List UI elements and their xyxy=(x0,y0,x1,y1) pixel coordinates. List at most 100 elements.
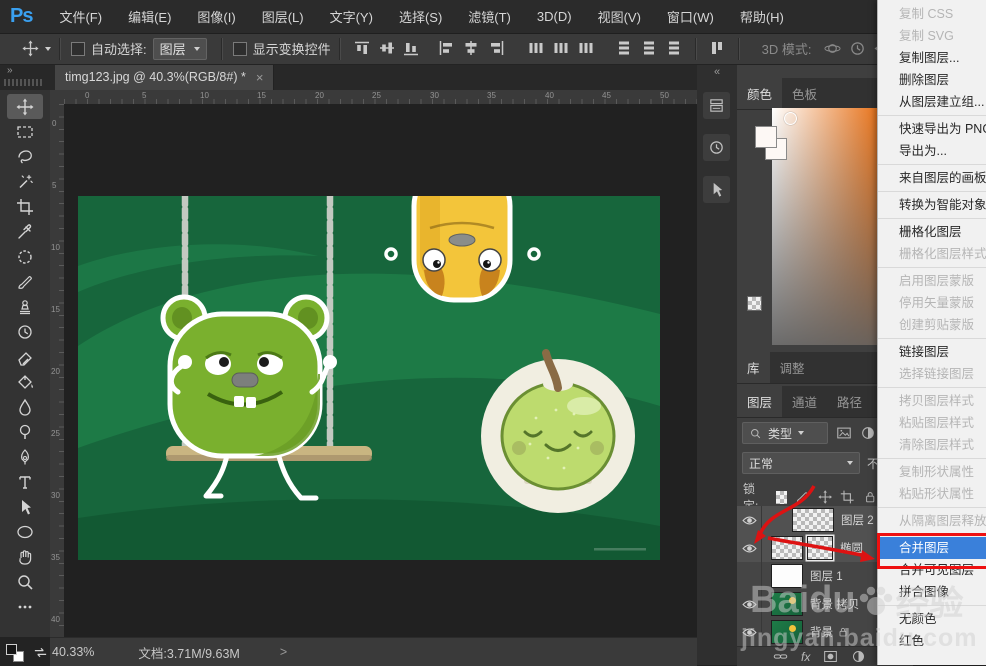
align-left-icon[interactable] xyxy=(438,40,455,57)
tool-eraser[interactable] xyxy=(7,344,43,369)
status-expand-icon[interactable]: > xyxy=(280,645,287,659)
tab-adjustments[interactable]: 调整 xyxy=(770,352,815,383)
collapsed-panel-icon-properties[interactable] xyxy=(703,92,730,119)
link-layers-icon[interactable] xyxy=(773,649,788,664)
tool-type[interactable] xyxy=(7,469,43,494)
layer-name[interactable]: 背景 拷贝 xyxy=(810,596,859,612)
layer-name[interactable]: 椭圆 xyxy=(840,540,863,556)
layer-name[interactable]: 图层 2 xyxy=(841,512,874,528)
layer-thumbnail[interactable] xyxy=(771,592,803,616)
layer-filter-dropdown[interactable]: 类型 xyxy=(742,422,828,444)
lock-position-icon[interactable] xyxy=(818,489,832,505)
layer-row-bg[interactable]: 背景 xyxy=(737,618,877,647)
filter-kind-adjustment-icon[interactable] xyxy=(860,425,876,441)
align-top-icon[interactable] xyxy=(353,40,370,57)
align-right-icon[interactable] xyxy=(488,40,505,57)
layer-visibility-toggle[interactable] xyxy=(737,506,762,534)
canvas-artwork[interactable] xyxy=(78,196,660,560)
align-bottom-icon[interactable] xyxy=(403,40,420,57)
document-tab[interactable]: timg123.jpg @ 40.3%(RGB/8#) * × xyxy=(55,64,275,90)
menu-filter[interactable]: 滤镜(T) xyxy=(455,7,524,26)
context-item-rasterize-layer[interactable]: 栅格化图层 xyxy=(878,221,986,243)
default-colors-icon[interactable] xyxy=(6,644,24,662)
show-transform-checkbox[interactable] xyxy=(232,41,247,56)
layer-name[interactable]: 图层 1 xyxy=(810,568,843,584)
auto-select-checkbox[interactable] xyxy=(71,41,85,56)
tool-zoom[interactable] xyxy=(7,569,43,594)
3d-roll-icon[interactable] xyxy=(849,40,866,57)
tool-move[interactable] xyxy=(7,94,43,119)
context-item-flatten-image[interactable]: 拼合图像 xyxy=(878,581,986,603)
menu-layer[interactable]: 图层(L) xyxy=(249,7,317,26)
new-adjustment-layer-icon[interactable] xyxy=(851,649,866,664)
layer-visibility-toggle[interactable] xyxy=(737,534,762,562)
tool-crop[interactable] xyxy=(7,194,43,219)
tab-channels[interactable]: 通道 xyxy=(782,386,827,417)
vector-mask-thumbnail[interactable] xyxy=(807,536,833,560)
tab-color[interactable]: 颜色 xyxy=(737,78,783,109)
tab-close-icon[interactable]: × xyxy=(256,70,264,85)
toolbar-grip[interactable] xyxy=(4,79,44,86)
tool-magic-wand[interactable] xyxy=(7,169,43,194)
layer-visibility-toggle[interactable] xyxy=(737,618,762,646)
layer-row-2[interactable]: 图层 2 xyxy=(737,506,877,535)
tool-blur[interactable] xyxy=(7,394,43,419)
menu-select[interactable]: 选择(S) xyxy=(386,7,455,26)
menu-edit[interactable]: 编辑(E) xyxy=(115,7,184,26)
context-item-no-color[interactable]: 无颜色 xyxy=(878,608,986,630)
tool-ellipse-shape[interactable] xyxy=(7,519,43,544)
tool-paint-bucket[interactable] xyxy=(7,369,43,394)
layer-thumbnail[interactable] xyxy=(771,564,803,588)
pasteboard[interactable] xyxy=(64,104,697,637)
menu-help[interactable]: 帮助(H) xyxy=(727,7,797,26)
tool-pen[interactable] xyxy=(7,444,43,469)
align-vertical-center-icon[interactable] xyxy=(378,40,395,57)
menu-file[interactable]: 文件(F) xyxy=(46,7,115,26)
tab-paths[interactable]: 路径 xyxy=(827,386,872,417)
context-item-export-as[interactable]: 导出为... xyxy=(878,140,986,162)
tab-layers[interactable]: 图层 xyxy=(737,386,783,417)
layer-thumbnail[interactable] xyxy=(771,536,803,560)
foreground-color-swatch[interactable] xyxy=(755,126,777,148)
layer-style-fx-icon[interactable]: fx xyxy=(801,650,810,664)
ruler-origin-corner[interactable] xyxy=(50,90,65,105)
distribute-left-icon[interactable] xyxy=(616,40,633,57)
tool-brush[interactable] xyxy=(7,269,43,294)
tool-spot-healing[interactable] xyxy=(7,244,43,269)
transparency-swatch[interactable] xyxy=(747,296,762,311)
collapsed-panel-icon-3d[interactable] xyxy=(703,176,730,203)
layer-visibility-toggle[interactable] xyxy=(737,590,762,618)
menu-3d[interactable]: 3D(D) xyxy=(524,9,585,24)
distribute-right-icon[interactable] xyxy=(666,40,683,57)
menu-type[interactable]: 文字(Y) xyxy=(317,7,386,26)
context-item-convert-smart-object[interactable]: 转换为智能对象 xyxy=(878,194,986,216)
layer-row-bg-copy[interactable]: 背景 拷贝 xyxy=(737,590,877,619)
lock-all-icon[interactable] xyxy=(863,489,877,505)
menu-image[interactable]: 图像(I) xyxy=(184,7,248,26)
tool-eyedropper[interactable] xyxy=(7,219,43,244)
tool-more-options[interactable] xyxy=(7,594,43,619)
blend-mode-dropdown[interactable]: 正常 xyxy=(742,452,860,474)
tool-path-select[interactable] xyxy=(7,494,43,519)
tab-swatches[interactable]: 色板 xyxy=(782,78,827,109)
menu-view[interactable]: 视图(V) xyxy=(585,7,654,26)
color-picker-cursor[interactable] xyxy=(784,112,797,125)
layer-thumbnail[interactable] xyxy=(792,508,834,532)
zoom-level-field[interactable]: 40.33% xyxy=(52,645,94,659)
context-item-duplicate-layer[interactable]: 复制图层... xyxy=(878,47,986,69)
menu-window[interactable]: 窗口(W) xyxy=(654,7,727,26)
distribute-spacing-icon[interactable] xyxy=(709,40,726,57)
context-item-red[interactable]: 红色 xyxy=(878,630,986,652)
tool-clone-stamp[interactable] xyxy=(7,294,43,319)
tool-lasso[interactable] xyxy=(7,144,43,169)
filter-kind-image-icon[interactable] xyxy=(836,425,852,441)
lock-transparency-icon[interactable] xyxy=(775,490,788,504)
tool-dodge[interactable] xyxy=(7,419,43,444)
context-item-link-layers[interactable]: 链接图层 xyxy=(878,341,986,363)
lock-pixels-icon[interactable] xyxy=(795,489,809,505)
move-tool-icon[interactable] xyxy=(22,40,39,57)
lock-artboard-icon[interactable] xyxy=(840,489,854,505)
align-horizontal-center-icon[interactable] xyxy=(463,40,480,57)
layer-visibility-toggle[interactable] xyxy=(737,562,762,590)
tool-hand[interactable] xyxy=(7,544,43,569)
